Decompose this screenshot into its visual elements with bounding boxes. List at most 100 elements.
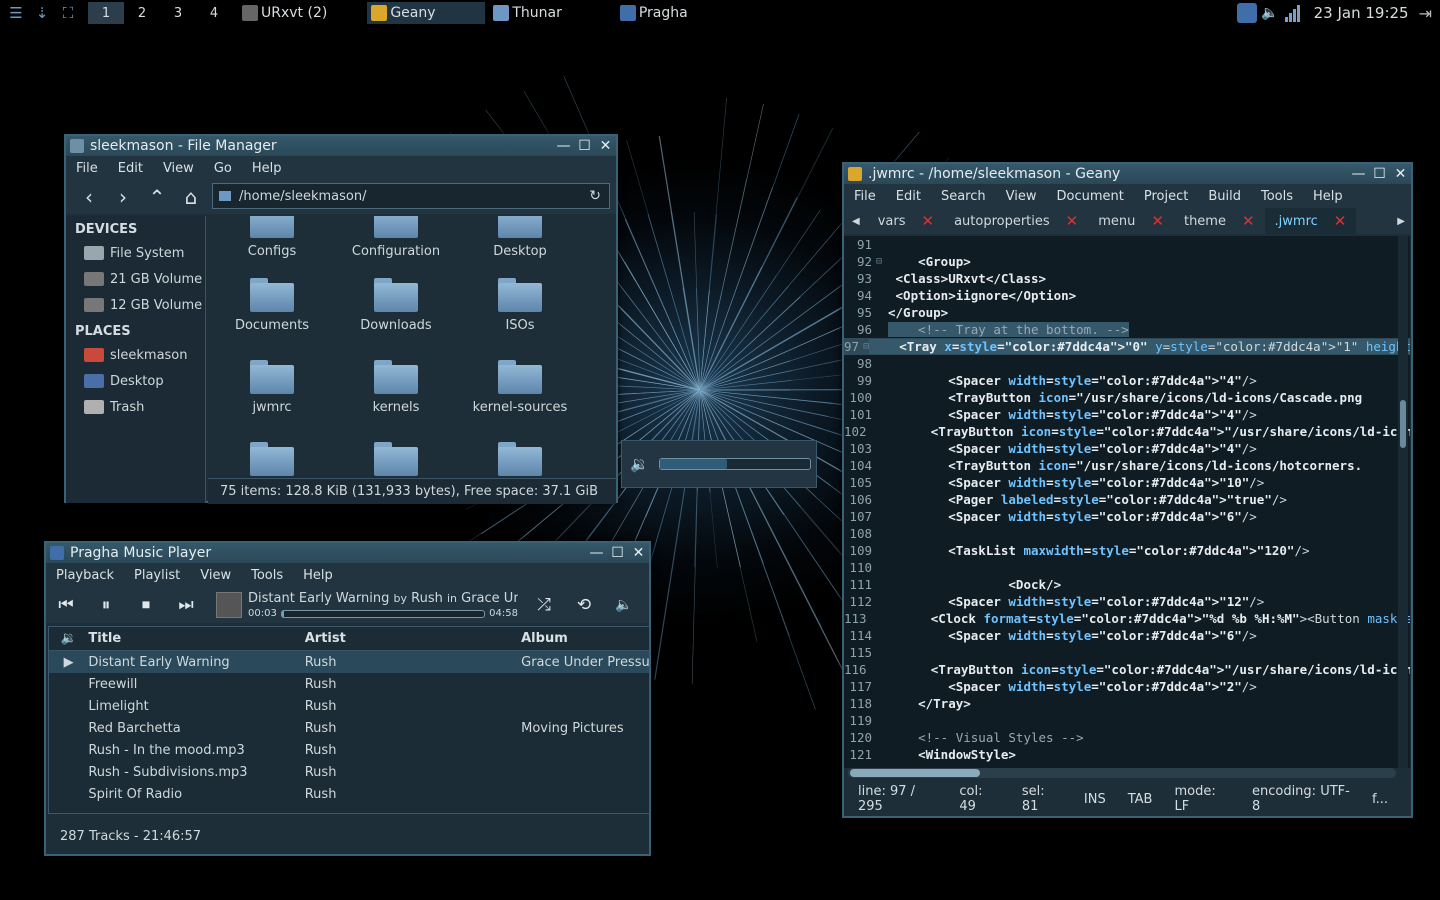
tab-menu[interactable]: menu ✕ bbox=[1088, 208, 1174, 234]
close-button[interactable]: ✕ bbox=[1390, 166, 1411, 182]
scroll-thumb[interactable] bbox=[1400, 400, 1406, 448]
menu-view[interactable]: View bbox=[153, 161, 204, 176]
code-line[interactable]: 102 <TrayButton icon=style="color:#7ddc4… bbox=[844, 423, 1410, 440]
pager-desktop-2[interactable]: 2 bbox=[124, 2, 160, 24]
table-row[interactable]: Limelight Rush bbox=[49, 695, 649, 717]
table-row[interactable]: ▶ Distant Early Warning Rush Grace Under Pr… bbox=[49, 651, 649, 673]
file-item-desktop[interactable]: Desktop bbox=[460, 216, 580, 259]
next-icon[interactable]: ⏭ bbox=[166, 595, 206, 615]
tab-vars[interactable]: vars ✕ bbox=[868, 208, 944, 234]
pragha-tray-icon[interactable] bbox=[1237, 3, 1258, 23]
menu-view[interactable]: View bbox=[190, 568, 241, 583]
close-button[interactable]: ✕ bbox=[628, 545, 649, 561]
code-line[interactable]: 116 <TrayButton icon=style="color:#7ddc4… bbox=[844, 661, 1410, 678]
shuffle-icon[interactable]: ⤮ bbox=[524, 595, 564, 615]
menu-help[interactable]: Help bbox=[242, 161, 292, 176]
code-line[interactable]: 117 <Spacer width=style="color:#7ddc4a">… bbox=[844, 678, 1410, 695]
code-line[interactable]: 101 <Spacer width=style="color:#7ddc4a">… bbox=[844, 406, 1410, 423]
forward-icon[interactable]: › bbox=[106, 185, 140, 209]
table-row[interactable]: Rush - In the mood.mp3 Rush bbox=[49, 739, 649, 761]
menu-view[interactable]: View bbox=[996, 189, 1047, 204]
task-geany[interactable]: Geany bbox=[367, 2, 486, 24]
back-icon[interactable]: ‹ bbox=[72, 185, 106, 209]
code-line[interactable]: 93 <Class>URxvt</Class> bbox=[844, 270, 1410, 287]
sidebar-item-desktop[interactable]: Desktop bbox=[66, 368, 205, 394]
sidebar-item-trash[interactable]: Trash bbox=[66, 394, 205, 420]
file-item-configuration[interactable]: Configuration bbox=[336, 216, 456, 259]
pager-desktop-3[interactable]: 3 bbox=[160, 2, 196, 24]
geany-titlebar[interactable]: .jwmrc - /home/sleekmason - Geany — ☐ ✕ bbox=[844, 164, 1411, 184]
code-line[interactable]: 109 <TaskList maxwidth=style="color:#7dd… bbox=[844, 542, 1410, 559]
volume-slider[interactable] bbox=[658, 458, 811, 470]
close-tab-icon[interactable]: ✕ bbox=[1242, 212, 1255, 230]
file-item[interactable] bbox=[336, 442, 456, 476]
menu-go[interactable]: Go bbox=[204, 161, 242, 176]
close-tab-icon[interactable]: ✕ bbox=[921, 212, 934, 230]
code-line[interactable]: 97 ⊟ <Tray x=style="color:#7ddc4a">"0" y=… bbox=[844, 338, 1410, 355]
menu-search[interactable]: Search bbox=[931, 189, 996, 204]
home-icon[interactable]: ⌂ bbox=[174, 185, 208, 209]
table-row[interactable]: Spirit Of Radio Rush bbox=[49, 783, 649, 805]
code-line[interactable]: 113 <Clock format=style="color:#7ddc4a">… bbox=[844, 610, 1410, 627]
code-line[interactable]: 111 <Dock/> bbox=[844, 576, 1410, 593]
menu-file[interactable]: File bbox=[844, 189, 886, 204]
tab-scroll-left-icon[interactable]: ◀ bbox=[844, 216, 868, 227]
file-item[interactable] bbox=[460, 442, 580, 476]
menu-edit[interactable]: Edit bbox=[886, 189, 931, 204]
close-tab-icon[interactable]: ✕ bbox=[1066, 212, 1079, 230]
code-line[interactable]: 98 bbox=[844, 355, 1410, 372]
cascade-icon[interactable]: ☰ bbox=[6, 3, 26, 23]
repeat-icon[interactable]: ⟲ bbox=[564, 595, 604, 615]
file-item-configs[interactable]: Configs bbox=[212, 216, 332, 259]
track-progress-bar[interactable] bbox=[280, 609, 486, 618]
file-item-kernels[interactable]: kernels bbox=[336, 360, 456, 415]
menu-tools[interactable]: Tools bbox=[1251, 189, 1303, 204]
menu-tools[interactable]: Tools bbox=[241, 568, 293, 583]
column-artist[interactable]: Artist bbox=[305, 631, 521, 646]
reload-icon[interactable]: ↻ bbox=[589, 188, 601, 204]
code-line[interactable]: 112 <Spacer width=style="color:#7ddc4a">… bbox=[844, 593, 1410, 610]
horizontal-scrollbar[interactable] bbox=[848, 768, 1396, 778]
code-line[interactable]: 118 </Tray> bbox=[844, 695, 1410, 712]
table-row[interactable]: Freewill Rush bbox=[49, 673, 649, 695]
maximize-button[interactable]: ☐ bbox=[1369, 166, 1390, 182]
file-item-isos[interactable]: ISOs bbox=[460, 278, 580, 333]
close-tab-icon[interactable]: ✕ bbox=[1334, 212, 1347, 230]
code-line[interactable]: 110 bbox=[844, 559, 1410, 576]
table-row[interactable]: Red Barchetta Rush Moving Pictures bbox=[49, 717, 649, 739]
code-line[interactable]: 99 <Spacer width=style="color:#7ddc4a">"… bbox=[844, 372, 1410, 389]
code-line[interactable]: 104 <TrayButton icon="/usr/share/icons/l… bbox=[844, 457, 1410, 474]
code-line[interactable]: 94 <Option>iignore</Option> bbox=[844, 287, 1410, 304]
tab-jwmrc[interactable]: .jwmrc ✕ bbox=[1264, 208, 1357, 234]
network-signal-icon[interactable] bbox=[1284, 4, 1300, 22]
stop-icon[interactable]: ⏹ bbox=[126, 595, 166, 615]
code-line[interactable]: 105 <Spacer width=style="color:#7ddc4a">… bbox=[844, 474, 1410, 491]
sidebar-item-file-system[interactable]: File System bbox=[66, 240, 205, 266]
task-thunar[interactable]: Thunar bbox=[489, 2, 566, 24]
code-line[interactable]: 120 <!-- Visual Styles --> bbox=[844, 729, 1410, 746]
file-manager-titlebar[interactable]: sleekmason - File Manager — ☐ ✕ bbox=[66, 136, 616, 156]
table-row[interactable]: Rush - Subdivisions.mp3 Rush bbox=[49, 761, 649, 783]
pragha-titlebar[interactable]: Pragha Music Player — ☐ ✕ bbox=[46, 543, 649, 563]
minimize-button[interactable]: — bbox=[586, 545, 607, 561]
pause-icon[interactable]: ⏸ bbox=[86, 595, 126, 615]
task-urxvt[interactable]: URxvt (2) bbox=[238, 2, 331, 24]
down-arrow-icon[interactable]: ⇣ bbox=[32, 3, 52, 23]
minimize-button[interactable]: — bbox=[1348, 166, 1369, 182]
clock[interactable]: 23 Jan 19:25 bbox=[1314, 4, 1409, 22]
menu-document[interactable]: Document bbox=[1046, 189, 1133, 204]
code-line[interactable]: 92 ⊟ <Group> bbox=[844, 253, 1410, 270]
sidebar-item-12gb-volume[interactable]: 12 GB Volume bbox=[66, 292, 205, 318]
code-line[interactable]: 96 <!-- Tray at the bottom. --> bbox=[844, 321, 1410, 338]
file-item-kernel-sources[interactable]: kernel-sources bbox=[460, 360, 580, 415]
column-album[interactable]: Album bbox=[521, 631, 649, 646]
file-item-jwmrc[interactable]: jwmrc bbox=[212, 360, 332, 415]
volume-icon[interactable]: 🔈 bbox=[1261, 5, 1278, 21]
code-editor[interactable]: 91 92 ⊟ <Group> 93 <Class>URxvt</Class> 94 <… bbox=[844, 236, 1410, 768]
menu-project[interactable]: Project bbox=[1134, 189, 1198, 204]
file-item-documents[interactable]: Documents bbox=[212, 278, 332, 333]
code-line[interactable]: 121 <WindowStyle> bbox=[844, 746, 1410, 763]
code-line[interactable]: 108 bbox=[844, 525, 1410, 542]
volume-icon[interactable]: 🔈 bbox=[604, 597, 644, 613]
up-icon[interactable]: ⌃ bbox=[140, 185, 174, 209]
